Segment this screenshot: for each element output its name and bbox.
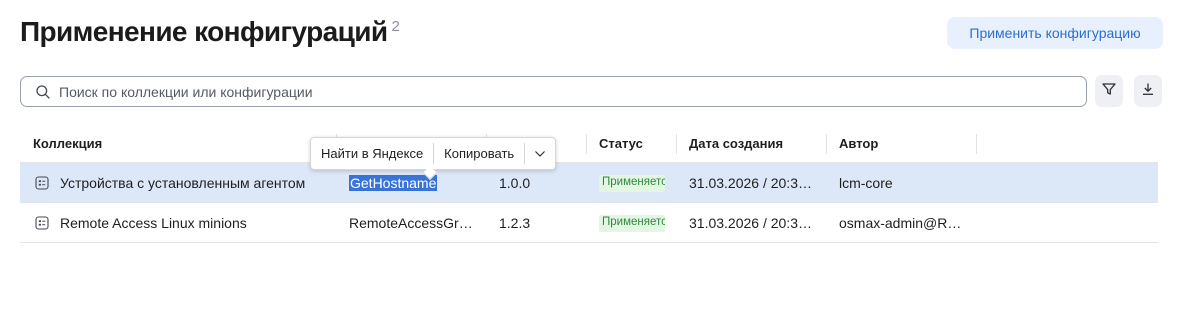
text-selection-popup: Найти в Яндексе Копировать <box>310 137 557 170</box>
column-divider[interactable] <box>676 134 677 154</box>
table-row[interactable]: Устройства с установленным агентом GetHo… <box>20 163 1158 203</box>
search-input[interactable] <box>59 83 1086 100</box>
column-divider[interactable] <box>826 134 827 154</box>
filter-icon <box>1101 81 1117 102</box>
search-icon <box>35 84 51 100</box>
chevron-down-icon <box>534 146 546 161</box>
more-options-button[interactable] <box>525 138 555 169</box>
created-date: 31.03.2026 / 20:3… <box>689 215 812 231</box>
column-header-collection[interactable]: Коллекция <box>33 136 102 151</box>
table-row[interactable]: Remote Access Linux minions RemoteAccess… <box>20 203 1158 243</box>
collection-name: Remote Access Linux minions <box>60 215 247 231</box>
configuration-name: RemoteAccessGr… <box>349 215 473 231</box>
collection-name: Устройства с установленным агентом <box>60 175 306 191</box>
search-yandex-button[interactable]: Найти в Яндексе <box>311 138 433 169</box>
table-header: Коллекция Статус Дата создания Автор <box>20 124 1158 163</box>
download-icon <box>1140 81 1156 102</box>
filter-button[interactable] <box>1095 75 1123 107</box>
copy-button[interactable]: Копировать <box>434 138 524 169</box>
collection-icon <box>35 216 49 230</box>
version: 1.2.3 <box>499 215 531 231</box>
search-field[interactable] <box>20 76 1087 107</box>
download-button[interactable] <box>1134 75 1162 107</box>
column-header-status[interactable]: Статус <box>599 136 643 151</box>
selected-text[interactable]: GetHostname <box>349 175 438 191</box>
column-header-created[interactable]: Дата создания <box>689 136 783 151</box>
created-date: 31.03.2026 / 20:3… <box>689 175 812 191</box>
page-title-text: Применение конфигураций <box>20 16 388 47</box>
status-badge: Применяется <box>599 175 665 192</box>
collection-icon <box>35 176 49 190</box>
apply-configuration-button[interactable]: Применить конфигурацию <box>947 17 1163 49</box>
column-divider[interactable] <box>976 134 977 154</box>
author: lcm-core <box>839 175 893 191</box>
configuration-name: GetHostname <box>349 175 438 191</box>
version: 1.0.0 <box>499 175 531 191</box>
status-badge: Применяется <box>599 215 665 232</box>
item-count-badge: 2 <box>391 17 400 35</box>
page-title: Применение конфигураций 2 <box>20 16 400 48</box>
column-divider[interactable] <box>586 134 587 154</box>
author: osmax-admin@R… <box>839 215 962 231</box>
configurations-table: Коллекция Статус Дата создания Автор Уст… <box>20 124 1158 243</box>
column-header-author[interactable]: Автор <box>839 136 878 151</box>
